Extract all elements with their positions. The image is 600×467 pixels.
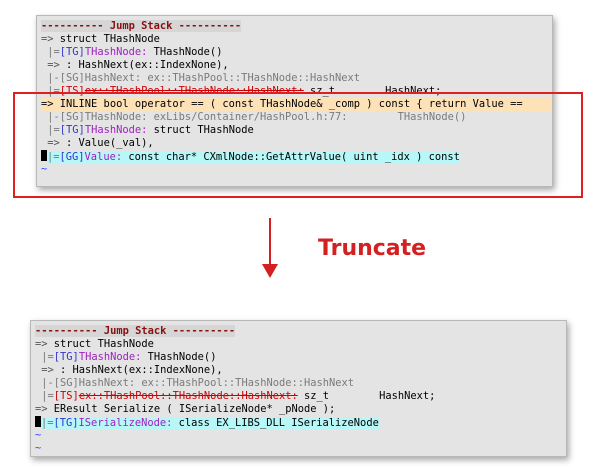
arrow-marker: => [35,364,61,376]
highlight-box [13,92,583,198]
tree-branch: |= [35,351,54,363]
stack-line: |=[TG]THashNode: THashNode() [35,351,566,364]
tree-branch: |= [41,46,60,58]
code-text: class EX_LIBS_DLL ISerializeNode [172,417,379,429]
empty-line-marker: ~ [35,442,42,454]
stack-line: ---------- Jump Stack ---------- [35,325,566,338]
stack-line: ~ [35,429,566,442]
tree-branch: |= [35,390,54,402]
code-text: struct THashNode [59,33,160,45]
arrow-marker: => [41,59,67,71]
stack-line: => struct THashNode [41,33,552,46]
symbol-name: ISerializeNode: [78,417,173,429]
tagged-entry: |=[TG]THashNode: THashNode() [41,46,222,58]
jump-stack-lines: ---------- Jump Stack ---------- => struc… [35,325,566,455]
symbol-name: THashNode: [84,46,148,58]
code-text: |-[SG]HashNext: ex::THashPool::THashNode… [41,72,361,84]
stack-line: => EResult Serialize ( ISerializeNode* _… [35,403,566,416]
tagged-entry: |=[TG]THashNode: THashNode() [35,351,216,363]
symbol-name: ex::THashPool::THashNode::HashNext: [78,390,298,402]
tag-label: [TS] [53,390,79,402]
tag-label: [TG] [53,417,79,429]
jump-stack-panel-after: ---------- Jump Stack ---------- => struc… [30,320,567,457]
empty-line-marker: ~ [35,429,42,441]
down-arrow-icon [262,218,278,278]
code-text: |-[SG]HashNext: ex::THashPool::THashNode… [35,377,355,389]
code-text: sz_t HashNext; [297,390,436,402]
tree-branch: |= [41,417,54,429]
stack-line: ~ [35,442,566,455]
arrow-marker: => [35,338,54,350]
code-text: struct THashNode [53,338,154,350]
jump-stack-header: ---------- Jump Stack ---------- [41,20,242,32]
stack-line: |=[TG]ISerializeNode: class EX_LIBS_DLL … [35,416,566,429]
tag-label: [TG] [59,46,85,58]
code-text: EResult Serialize ( ISerializeNode* _pNo… [53,403,336,415]
code-text: : HashNext(ex::IndexNone), [60,364,223,376]
code-text: : HashNext(ex::IndexNone), [66,59,229,71]
tagged-entry: |=[TS]ex::THashPool::THashNode::HashNext… [35,390,435,402]
arrow-marker: => [35,403,54,415]
jump-stack-header: ---------- Jump Stack ---------- [35,325,236,337]
stack-line: |=[TS]ex::THashPool::THashNode::HashNext… [35,390,566,403]
code-text: THashNode() [141,351,217,363]
tagged-entry: |=[TG]ISerializeNode: class EX_LIBS_DLL … [41,417,379,429]
truncate-label: Truncate [318,236,427,261]
symbol-name: THashNode: [78,351,142,363]
stack-line: |-[SG]HashNext: ex::THashPool::THashNode… [35,377,566,390]
stack-line: |-[SG]HashNext: ex::THashPool::THashNode… [41,72,552,85]
stack-line: => : HashNext(ex::IndexNone), [41,59,552,72]
stack-line: |=[TG]THashNode: THashNode() [41,46,552,59]
stack-line: ---------- Jump Stack ---------- [41,20,552,33]
code-text: THashNode() [147,46,223,58]
stack-line: => struct THashNode [35,338,566,351]
arrow-marker: => [41,33,60,45]
tag-label: [TG] [53,351,79,363]
stack-line: => : HashNext(ex::IndexNone), [35,364,566,377]
